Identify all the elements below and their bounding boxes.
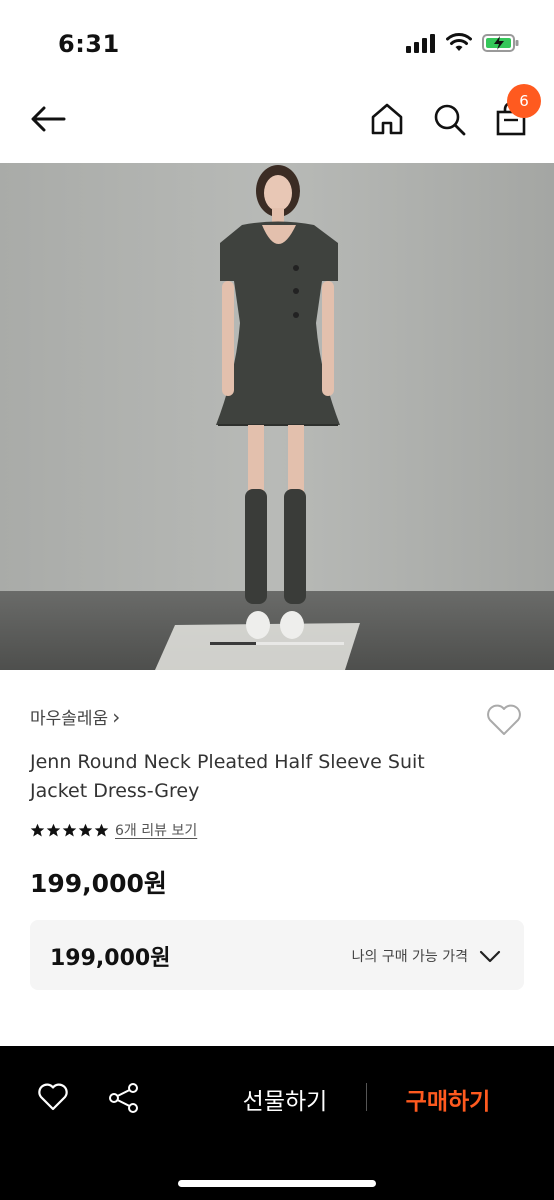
brand-name: 마우솔레움: [30, 709, 109, 729]
home-icon: [371, 103, 403, 135]
wishlist-button[interactable]: [484, 700, 524, 740]
cart-count-badge: 6: [507, 84, 541, 118]
brand-link[interactable]: 마우솔레움 ›: [30, 704, 121, 730]
back-arrow-icon: [31, 106, 66, 132]
star-icon: [78, 823, 93, 836]
star-icon: [62, 823, 77, 836]
status-icons: [406, 33, 520, 53]
star-icon: [30, 823, 45, 836]
status-time: 6:31: [58, 30, 120, 58]
product-image[interactable]: [0, 163, 554, 670]
star-icon: [94, 823, 109, 836]
star-icon: [46, 823, 61, 836]
heart-icon: [487, 704, 521, 735]
rating-stars: [30, 823, 109, 838]
share-icon: [109, 1083, 138, 1113]
search-button[interactable]: [430, 100, 468, 138]
carousel-indicator-active: [210, 642, 256, 645]
chevron-down-icon: [478, 944, 502, 968]
divider: [366, 1083, 367, 1111]
home-indicator: [178, 1180, 376, 1187]
my-price-dropdown[interactable]: 199,000원 나의 구매 가능 가격: [30, 920, 524, 990]
home-button[interactable]: [368, 100, 406, 138]
bottom-action-bar: [0, 1046, 554, 1200]
product-title: Jenn Round Neck Pleated Half Sleeve Suit…: [30, 751, 425, 802]
my-price-label: 나의 구매 가능 가격: [351, 949, 468, 965]
product-photo: [0, 163, 554, 670]
wifi-icon: [446, 33, 472, 51]
chevron-right-icon: ›: [112, 704, 121, 729]
share-button[interactable]: [106, 1080, 142, 1116]
buy-button[interactable]: 구매하기: [378, 1082, 518, 1116]
gift-button[interactable]: 선물하기: [210, 1082, 360, 1116]
review-link[interactable]: 6개 리뷰 보기: [115, 820, 197, 840]
battery-charging-icon: [482, 34, 519, 52]
cellular-signal-icon: [406, 34, 435, 53]
heart-icon: [38, 1083, 68, 1111]
my-price-value: 199,000원: [50, 946, 171, 971]
product-price: 199,000원: [30, 869, 167, 898]
search-icon: [434, 104, 466, 136]
back-button[interactable]: [28, 100, 68, 140]
bottom-wishlist-button[interactable]: [36, 1080, 70, 1114]
rating-row[interactable]: 6개 리뷰 보기: [30, 820, 197, 840]
